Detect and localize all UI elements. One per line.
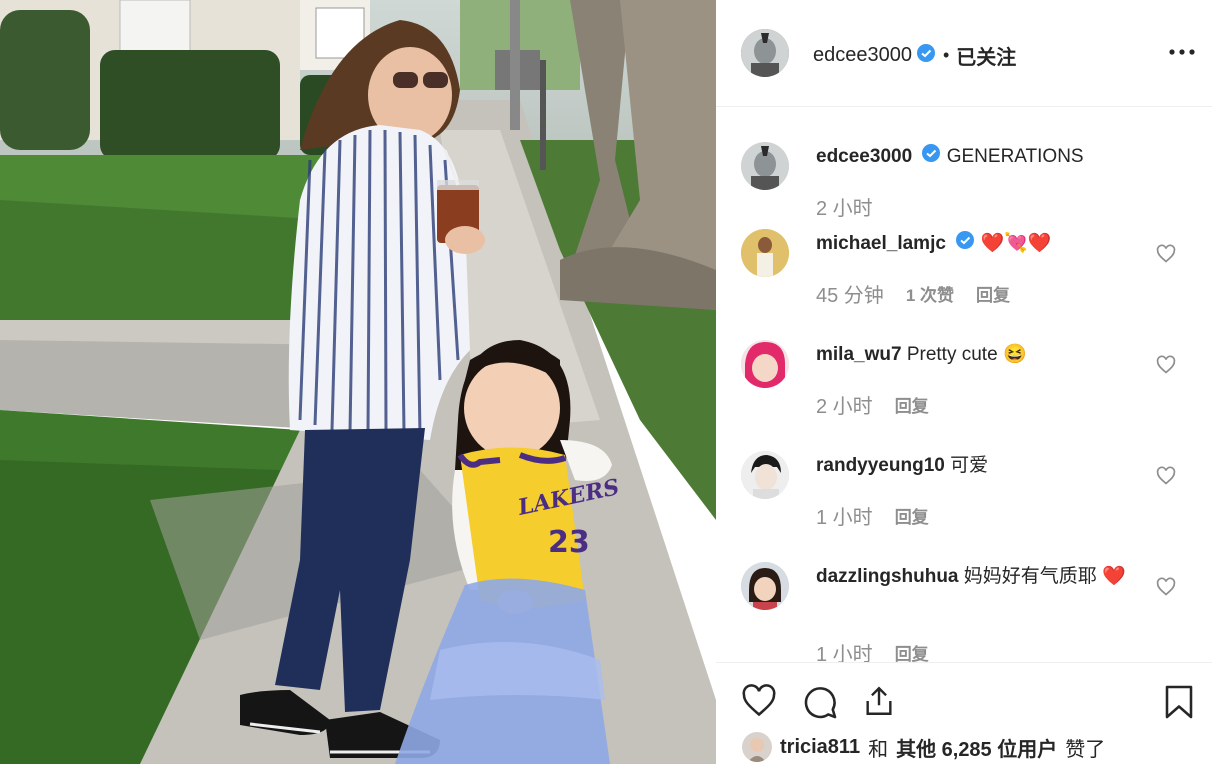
share-upload-icon[interactable] [862, 683, 896, 724]
likes-others-count[interactable]: 其他 6,285 位用户 [896, 733, 1057, 762]
reply-button[interactable]: 回复 [895, 640, 929, 662]
comment-item: mila_wu7 Pretty cute 😆 2 小时 回复 [716, 340, 1212, 430]
comment-time[interactable]: 1 小时 [816, 501, 873, 530]
verified-badge-icon [916, 43, 936, 68]
commenter-avatar[interactable] [741, 340, 789, 388]
comment-emoji: ❤️ [980, 233, 1005, 255]
save-bookmark-icon[interactable] [1164, 683, 1194, 726]
comment-time[interactable]: 1 小时 [816, 638, 873, 662]
liker-avatar[interactable] [742, 732, 772, 762]
follow-status-button[interactable]: 已关注 [956, 41, 1016, 70]
comment-time[interactable]: 45 分钟 [816, 279, 884, 308]
comment-item: randyyeung10 可爱 1 小时 回复 [716, 451, 1212, 541]
caption-text: GENERATIONS [946, 146, 1084, 168]
comment-like-heart-icon[interactable] [1156, 355, 1176, 375]
commenter-avatar[interactable] [741, 451, 789, 499]
comment-username[interactable]: dazzlingshuhua [816, 566, 959, 587]
comment-item: michael_lamjc ❤️💘❤️ 45 分钟 1 次赞 回复 [716, 229, 1212, 319]
comment-text: 可爱 [950, 455, 989, 476]
caption-username[interactable]: edcee3000 [816, 146, 912, 167]
comment-emoji: 💘 [1004, 233, 1028, 255]
comment-text: 妈妈好有气质耶 [963, 566, 1097, 587]
comment-bubble-icon[interactable] [802, 684, 838, 725]
commenter-avatar[interactable] [741, 562, 789, 610]
comment-like-heart-icon[interactable] [1156, 244, 1176, 264]
author-avatar[interactable] [741, 29, 789, 77]
comments-list[interactable]: edcee3000 GENERATIONS 2 小时 michael_lamjc… [716, 106, 1212, 662]
jersey-number-text: 23 [548, 525, 590, 560]
post-photo[interactable]: LAKERS 23 [0, 0, 716, 764]
verified-badge-icon [955, 230, 975, 258]
comment-item: dazzlingshuhua 妈妈好有气质耶 ❤️ 1 小时 回复 [716, 562, 1212, 662]
comment-like-heart-icon[interactable] [1156, 466, 1176, 486]
reply-button[interactable]: 回复 [976, 281, 1010, 306]
comment-like-heart-icon[interactable] [1156, 577, 1176, 597]
post-photo-illustration: LAKERS 23 [0, 0, 716, 764]
likes-summary: tricia811 和 其他 6,285 位用户 赞了 [742, 732, 1105, 762]
comment-like-count[interactable]: 1 次赞 [906, 281, 954, 306]
commenter-avatar[interactable] [741, 229, 789, 277]
reply-button[interactable]: 回复 [895, 503, 929, 528]
comment-text: Pretty cute [906, 344, 998, 365]
likes-conjunction: 和 [868, 738, 889, 761]
verified-badge-icon [921, 143, 941, 171]
like-heart-icon[interactable] [740, 683, 778, 724]
comment-username[interactable]: randyyeung10 [816, 455, 945, 476]
comment-time[interactable]: 2 小时 [816, 390, 873, 419]
liker-username[interactable]: tricia811 [780, 736, 860, 759]
reply-button[interactable]: 回复 [895, 392, 929, 417]
caption-time[interactable]: 2 小时 [816, 192, 873, 221]
comment-emoji: ❤️ [1027, 233, 1052, 255]
comment-username[interactable]: michael_lamjc [816, 233, 946, 254]
comment-emoji: 😆 [1002, 344, 1027, 365]
caption-author-avatar[interactable] [741, 142, 789, 190]
comment-emoji: ❤️ [1102, 566, 1126, 587]
comment-username[interactable]: mila_wu7 [816, 344, 902, 365]
caption-item: edcee3000 GENERATIONS 2 小时 [716, 142, 1212, 222]
likes-suffix: 赞了 [1065, 738, 1106, 761]
author-username[interactable]: edcee3000 [813, 44, 912, 67]
post-header: edcee3000 • 已关注 [716, 0, 1212, 107]
post-side-panel: edcee3000 • 已关注 edcee3000 GENERATIONS 2 … [716, 0, 1212, 764]
more-options-icon[interactable] [1168, 42, 1196, 67]
header-separator: • [942, 45, 950, 65]
